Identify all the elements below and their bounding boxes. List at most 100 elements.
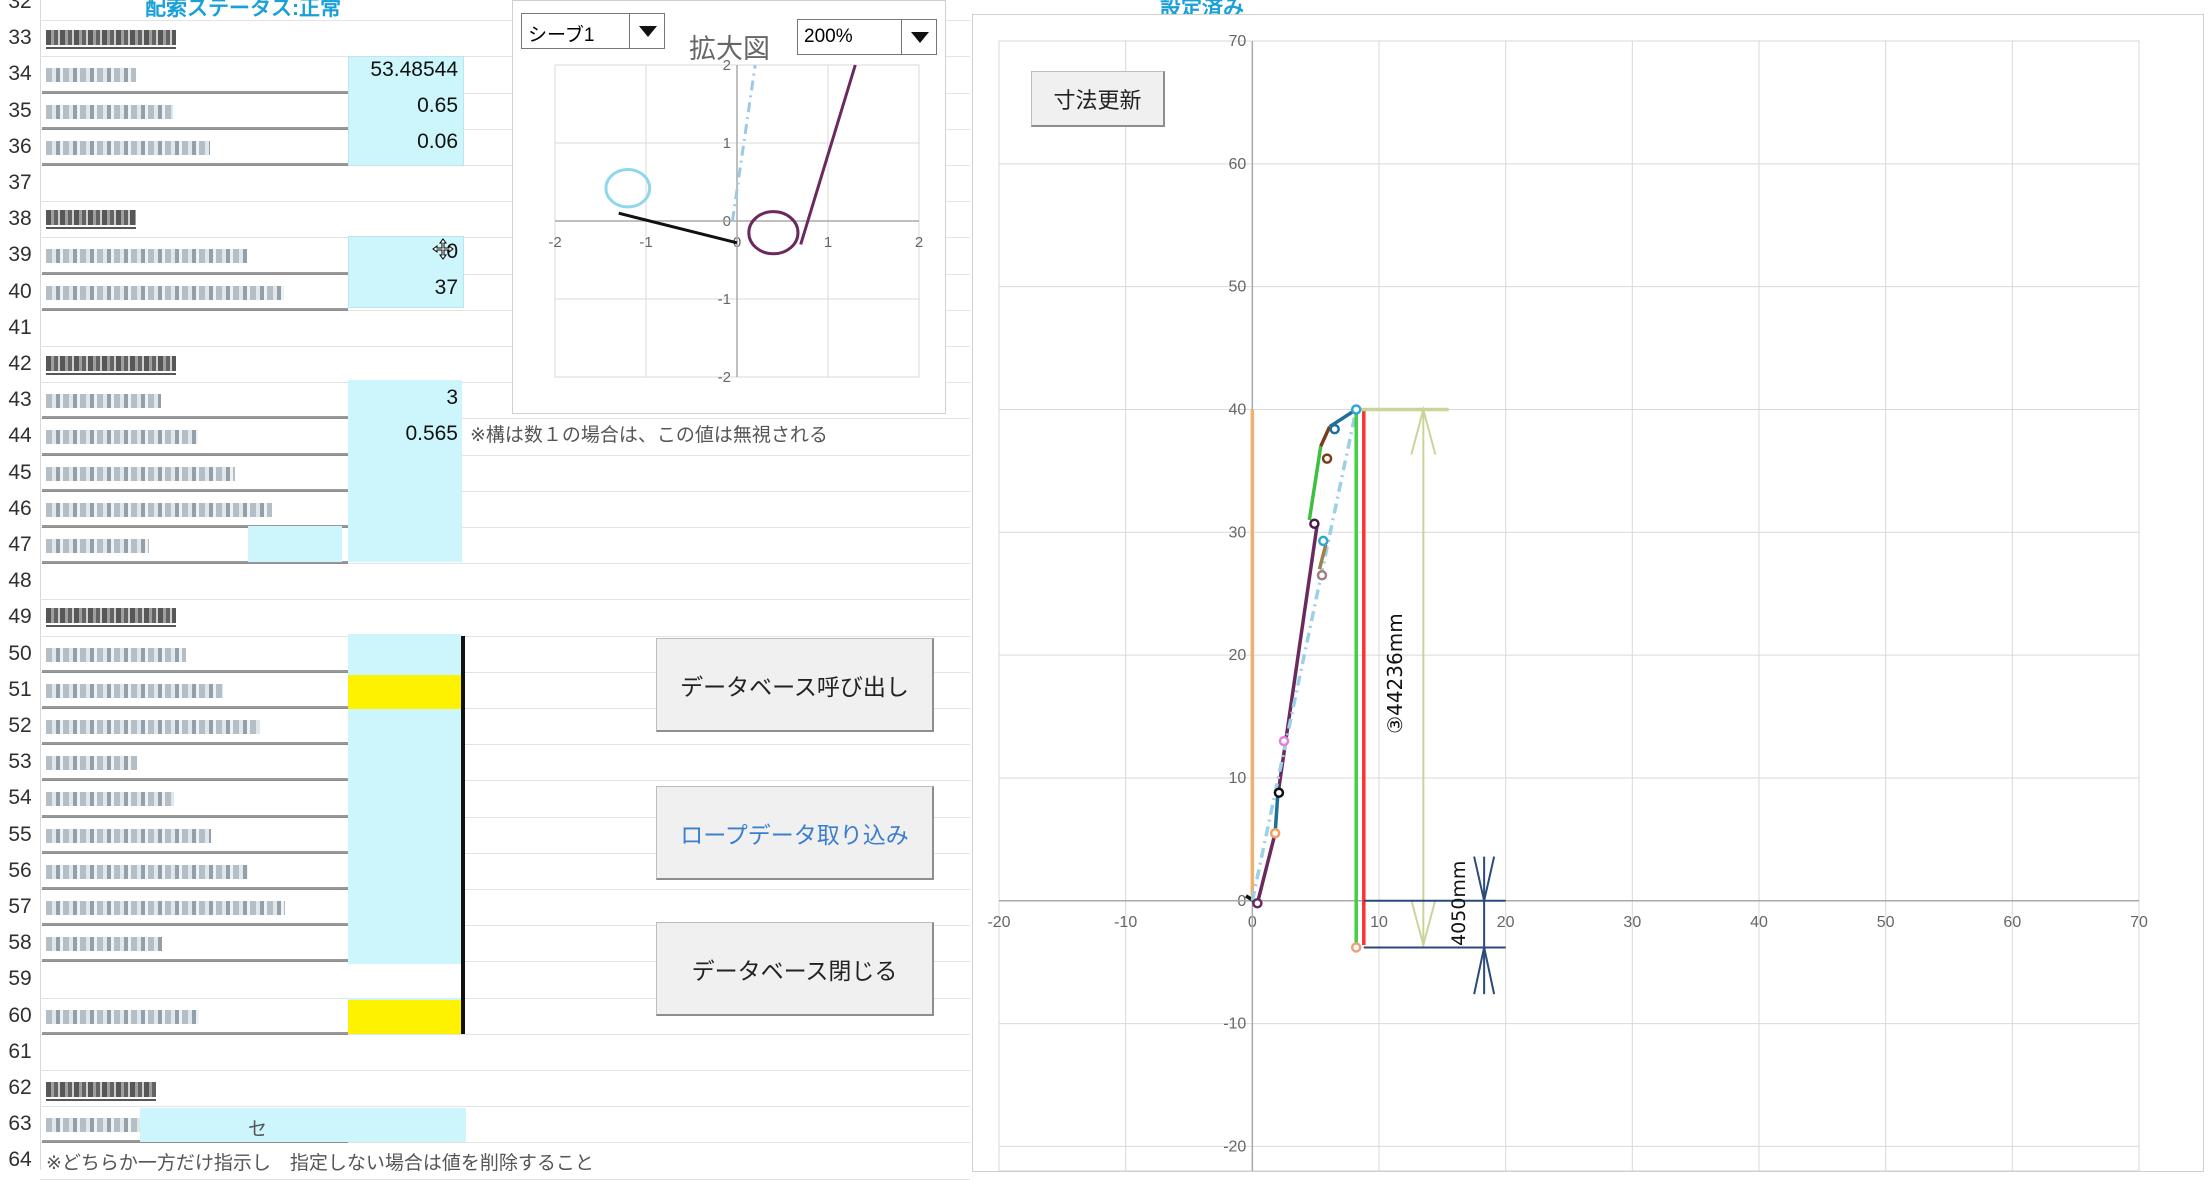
row-number[interactable]: 64 [0,1148,40,1172]
sheave-select-value: シーブ1 [528,25,595,46]
sheave-select[interactable]: シーブ1 [521,13,665,49]
value-column [248,526,342,562]
row-number[interactable]: 43 [0,388,40,412]
data-point-marker [1273,787,1285,798]
database-close-button[interactable]: データベース閉じる [656,922,934,1016]
value-cell[interactable]: 37 [350,276,458,300]
row-number[interactable]: 59 [0,967,40,991]
row-number[interactable]: 40 [0,280,40,304]
label-underline [42,669,348,673]
value-cell[interactable]: 0.565 [350,422,458,446]
redacted-label [46,792,174,807]
redacted-label [46,68,136,83]
y-tick-label: 60 [1229,156,1247,173]
row-gridline [40,1178,970,1180]
label-underline [42,706,348,709]
section-header [46,1082,156,1101]
row-number[interactable]: 56 [0,859,40,883]
row-number[interactable]: 42 [0,352,40,376]
row-number[interactable]: 44 [0,424,40,448]
value-cell[interactable]: 0.65 [350,94,458,118]
redacted-label [46,285,284,300]
y-tick-label: -2 [718,369,731,386]
row-number[interactable]: 57 [0,895,40,919]
series-circle [747,210,800,256]
row-number[interactable]: 47 [0,533,40,557]
row-number[interactable]: 61 [0,1040,40,1064]
y-tick-label: -10 [1223,1016,1246,1033]
redacted-label [46,394,161,409]
row-number[interactable]: 60 [0,1004,40,1028]
redacted-label [46,430,198,445]
data-point-marker [1350,404,1362,415]
redacted-label [46,828,211,843]
row-number[interactable]: 58 [0,931,40,955]
label-underline [42,778,348,782]
row-number[interactable]: 34 [0,62,40,86]
row-number[interactable]: 46 [0,497,40,521]
data-point-marker [1318,535,1329,547]
update-dimension-button[interactable]: 寸法更新 [1031,71,1165,127]
white-cell [348,964,462,998]
zoom-chart-title: 拡大図 [689,34,770,64]
chevron-down-icon[interactable] [629,14,664,48]
yellow-cell [348,675,462,709]
dimension-height-label: ③44236mm [1383,613,1407,734]
row-number[interactable]: 33 [0,26,40,50]
plot-area [998,40,2140,1171]
redacted-label [46,466,235,481]
footnote-text: ※どちらか一方だけ指示し 指定しない場合は値を削除すること [46,1153,594,1174]
row-number[interactable]: 41 [0,316,40,340]
x-tick-label: -1 [639,234,652,251]
row-number[interactable]: 45 [0,461,40,485]
note-text: ※構は数１の場合は、この値は無視される [470,425,828,446]
thick-border [461,636,465,1034]
row-number[interactable]: 36 [0,135,40,159]
row-number[interactable]: 38 [0,207,40,231]
label-underline [42,163,348,166]
data-point-marker [1316,570,1328,581]
section-header [46,30,176,49]
value-cell[interactable]: 0.06 [350,130,458,154]
series-line [1317,544,1328,570]
row-number[interactable]: 51 [0,678,40,702]
row63-label: セ [248,1119,268,1140]
row-number[interactable]: 32 [0,0,40,14]
x-tick-label: 1 [824,234,832,251]
y-tick-label: -20 [1223,1138,1246,1155]
row-number[interactable]: 49 [0,605,40,629]
y-tick-label: 20 [1229,647,1247,664]
y-tick-label: 10 [1229,770,1247,787]
redacted-label [46,249,247,264]
rope-import-button[interactable]: ロープデータ取り込み [656,786,934,880]
data-point-marker [1252,897,1263,909]
row-number[interactable]: 54 [0,786,40,810]
row-number[interactable]: 48 [0,569,40,593]
section-header [46,356,176,375]
label-underline [42,1031,348,1035]
database-call-button[interactable]: データベース呼び出し [656,638,934,732]
row-gridline [40,1070,970,1071]
chevron-down-icon[interactable] [901,20,936,54]
label-underline [42,959,348,963]
section-header [46,210,136,229]
row-number[interactable]: 50 [0,642,40,666]
left-status-text: 配索ステータス:正常 [145,0,341,20]
x-tick-label: -10 [1114,914,1137,931]
value-cell[interactable]: 53.48544 [350,58,458,82]
x-tick-label: -2 [548,234,561,251]
row-number[interactable]: 55 [0,823,40,847]
row-number[interactable]: 37 [0,171,40,195]
row-number[interactable]: 35 [0,99,40,123]
label-underline [42,742,348,746]
zoom-select[interactable]: 200% [797,19,937,55]
row-number[interactable]: 52 [0,714,40,738]
row-number[interactable]: 53 [0,750,40,774]
label-underline [42,887,348,890]
value-cell[interactable]: 3 [350,386,458,410]
row-number[interactable]: 39 [0,243,40,267]
main-chart: -20-10010203040506070-20-100102030405060… [987,33,2148,1171]
row-number[interactable]: 63 [0,1112,40,1136]
label-underline [42,923,348,927]
row-number[interactable]: 62 [0,1076,40,1100]
